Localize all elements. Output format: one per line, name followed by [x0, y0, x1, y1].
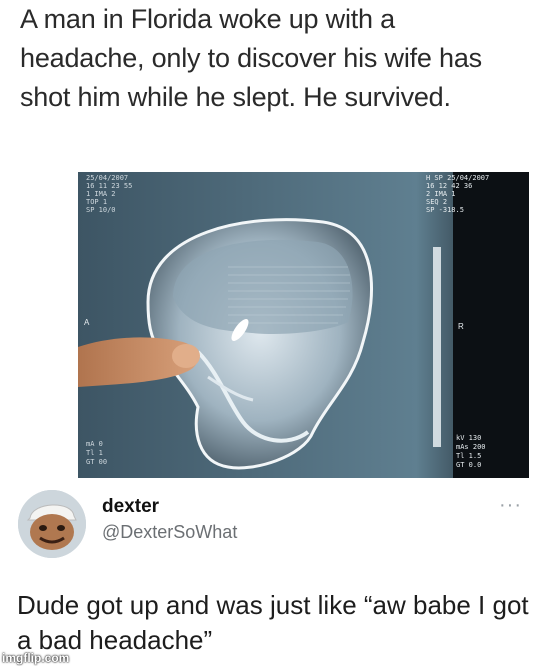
avatar-icon	[18, 490, 86, 558]
xray-tech-left: mA 0 Tl 1 GT 00	[86, 440, 107, 467]
xray-info-right: H SP 25/04/2007 16 12 42 36 2 IMA 1 SEQ …	[426, 174, 489, 214]
more-options-icon[interactable]: ···	[499, 494, 522, 517]
xray-info-line: SP -318.5	[426, 206, 464, 214]
xray-info-left: 25/04/2007 16 11 23 55 1 IMA 2 TOP 1 SP …	[86, 174, 132, 214]
xray-info-line: kV 130	[456, 434, 482, 442]
xray-tech-right: kV 130 mAs 200 Tl 1.5 GT 0.0	[456, 434, 486, 470]
xray-marker-a: A	[84, 318, 90, 327]
author-handle[interactable]: @DexterSoWhat	[102, 522, 237, 543]
xray-info-line: Tl 1	[86, 449, 103, 457]
xray-info-line: 25/04/2007	[86, 174, 129, 182]
xray-info-line: TOP 1	[86, 198, 108, 206]
xray-info-line: Tl 1.5	[456, 452, 482, 460]
xray-marker-r: R	[458, 322, 464, 331]
headline-text: A man in Florida woke up with a headache…	[20, 4, 482, 112]
avatar[interactable]	[18, 490, 86, 558]
xray-info-line: SP 10/0	[86, 206, 116, 214]
author-name[interactable]: dexter	[102, 496, 159, 518]
xray-info-line: H SP 25/04/2007	[426, 174, 490, 182]
xray-info-line: 2 IMA 1	[426, 190, 456, 198]
watermark-text: imgflip.com	[2, 651, 70, 665]
xray-info-line: GT 00	[86, 458, 108, 466]
xray-info-line: 16 12 42 36	[426, 182, 473, 190]
xray-image: 25/04/2007 16 11 23 55 1 IMA 2 TOP 1 SP …	[78, 172, 529, 478]
xray-info-line: mA 0	[86, 440, 103, 448]
tweet-author-row: dexter @DexterSoWhat ···	[0, 480, 540, 560]
tweet-text: Dude got up and was just like “aw babe I…	[17, 590, 529, 655]
xray-info-line: 1 IMA 2	[86, 190, 116, 198]
xray-info-line: GT 0.0	[456, 461, 482, 469]
xray-info-line: mAs 200	[456, 443, 486, 451]
xray-info-line: SEQ 2	[426, 198, 448, 206]
xray-info-line: 16 11 23 55	[86, 182, 133, 190]
